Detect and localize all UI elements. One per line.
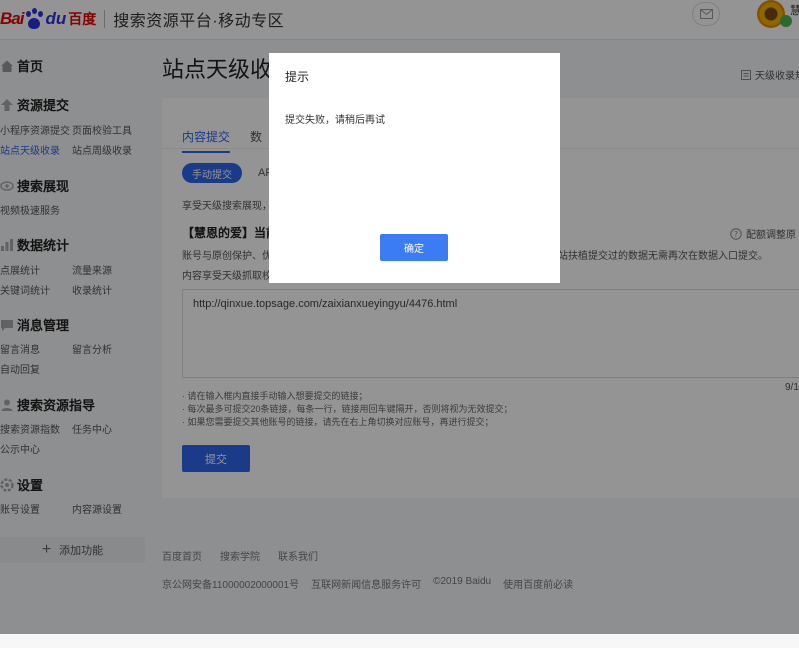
dialog-message: 提交失败，请稍后再试 [285, 115, 385, 126]
bottom-band [0, 634, 799, 648]
dialog-ok-button[interactable]: 确定 [380, 234, 448, 261]
alert-dialog: 提示 提交失败，请稍后再试 确定 [269, 53, 560, 283]
dialog-title: 提示 [285, 70, 310, 84]
